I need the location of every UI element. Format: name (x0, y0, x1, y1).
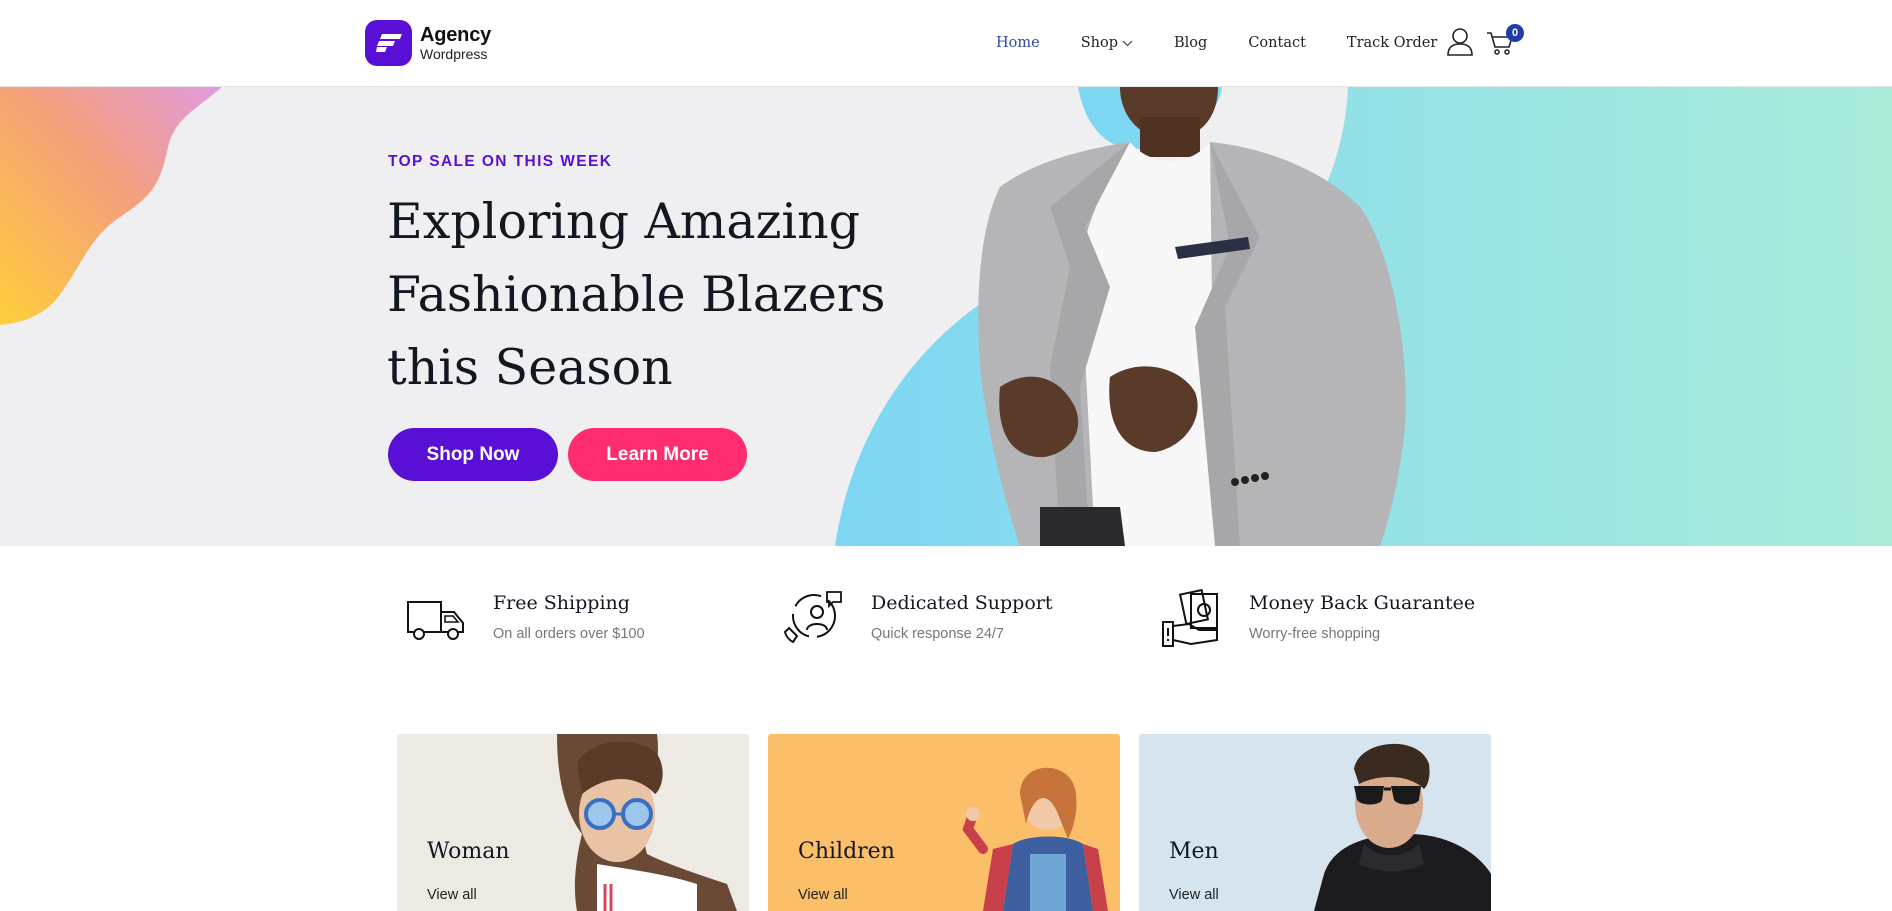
nav-item-shop[interactable]: Shop (1081, 35, 1133, 51)
category-view-all-link[interactable]: View all (798, 887, 848, 903)
nav-item-home[interactable]: Home (996, 35, 1040, 51)
category-children-image (768, 734, 1120, 911)
hero-banner: TOP SALE ON THIS WEEK Exploring Amazing … (0, 87, 1892, 546)
category-view-all-link[interactable]: View all (427, 887, 477, 903)
nav-item-shop-label: Shop (1080, 35, 1119, 51)
feature-title: Free Shipping (493, 592, 630, 614)
category-card-men[interactable]: Men View all (1139, 734, 1491, 911)
hero-eyebrow: TOP SALE ON THIS WEEK (388, 153, 613, 170)
logo-subtitle: Wordpress (420, 46, 488, 62)
learn-more-button[interactable]: Learn More (568, 428, 747, 481)
money-back-icon (1162, 588, 1218, 647)
feature-free-shipping: Free Shipping On all orders over $100 (405, 588, 645, 650)
feature-money-back: Money Back Guarantee Worry-free shopping (1161, 588, 1475, 650)
support-icon (783, 591, 842, 644)
feature-desc: Worry-free shopping (1249, 626, 1381, 642)
category-card-woman[interactable]: Woman View all (397, 734, 749, 911)
category-card-children[interactable]: Children View all (768, 734, 1120, 911)
features-strip: Free Shipping On all orders over $100 De… (0, 546, 1892, 696)
category-cards: Woman View all Children View all Men Vie… (397, 734, 1510, 911)
hero-title: Exploring Amazing Fashionable Blazers th… (387, 185, 947, 404)
truck-icon (407, 601, 464, 640)
logo-text: Agency Wordpress (420, 25, 491, 61)
category-title: Men (1169, 839, 1219, 864)
nav-item-contact[interactable]: Contact (1248, 35, 1306, 51)
site-logo[interactable]: Agency Wordpress (365, 20, 491, 66)
cart-button[interactable]: 0 (1486, 24, 1524, 57)
category-title: Woman (427, 839, 510, 864)
feature-dedicated-support: Dedicated Support Quick response 24/7 (783, 588, 1053, 650)
hero-title-line-1: Exploring Amazing (387, 193, 861, 250)
feature-title: Money Back Guarantee (1249, 592, 1476, 614)
feature-money-back-text: Money Back Guarantee Worry-free shopping (1249, 588, 1475, 642)
feature-free-shipping-text: Free Shipping On all orders over $100 (493, 588, 645, 642)
shop-now-button[interactable]: Shop Now (388, 428, 558, 481)
hero-title-line-3: this Season (387, 339, 673, 396)
category-title: Children (798, 839, 895, 864)
hero-title-line-2: Fashionable Blazers (387, 266, 886, 323)
category-men-image (1139, 734, 1491, 911)
feature-dedicated-support-text: Dedicated Support Quick response 24/7 (871, 588, 1053, 642)
category-woman-image (397, 734, 749, 911)
feature-desc: Quick response 24/7 (871, 626, 1004, 642)
hero-buttons: Shop Now Learn More (388, 428, 747, 481)
main-nav: Home Shop Blog Contact Track Order (996, 0, 1478, 86)
cart-count-badge: 0 (1506, 24, 1524, 42)
nav-item-blog[interactable]: Blog (1174, 35, 1207, 51)
nav-item-track-order[interactable]: Track Order (1347, 35, 1437, 51)
feature-title: Dedicated Support (871, 592, 1053, 614)
logo-name: Agency (420, 24, 492, 46)
header-icons: 0 (1446, 24, 1524, 57)
user-icon[interactable] (1446, 27, 1474, 57)
site-header: Agency Wordpress Home Shop Blog Contact … (0, 0, 1892, 87)
category-view-all-link[interactable]: View all (1169, 887, 1219, 903)
chevron-down-icon (1122, 40, 1133, 46)
logo-mark-icon (365, 20, 412, 66)
feature-desc: On all orders over $100 (493, 626, 645, 642)
